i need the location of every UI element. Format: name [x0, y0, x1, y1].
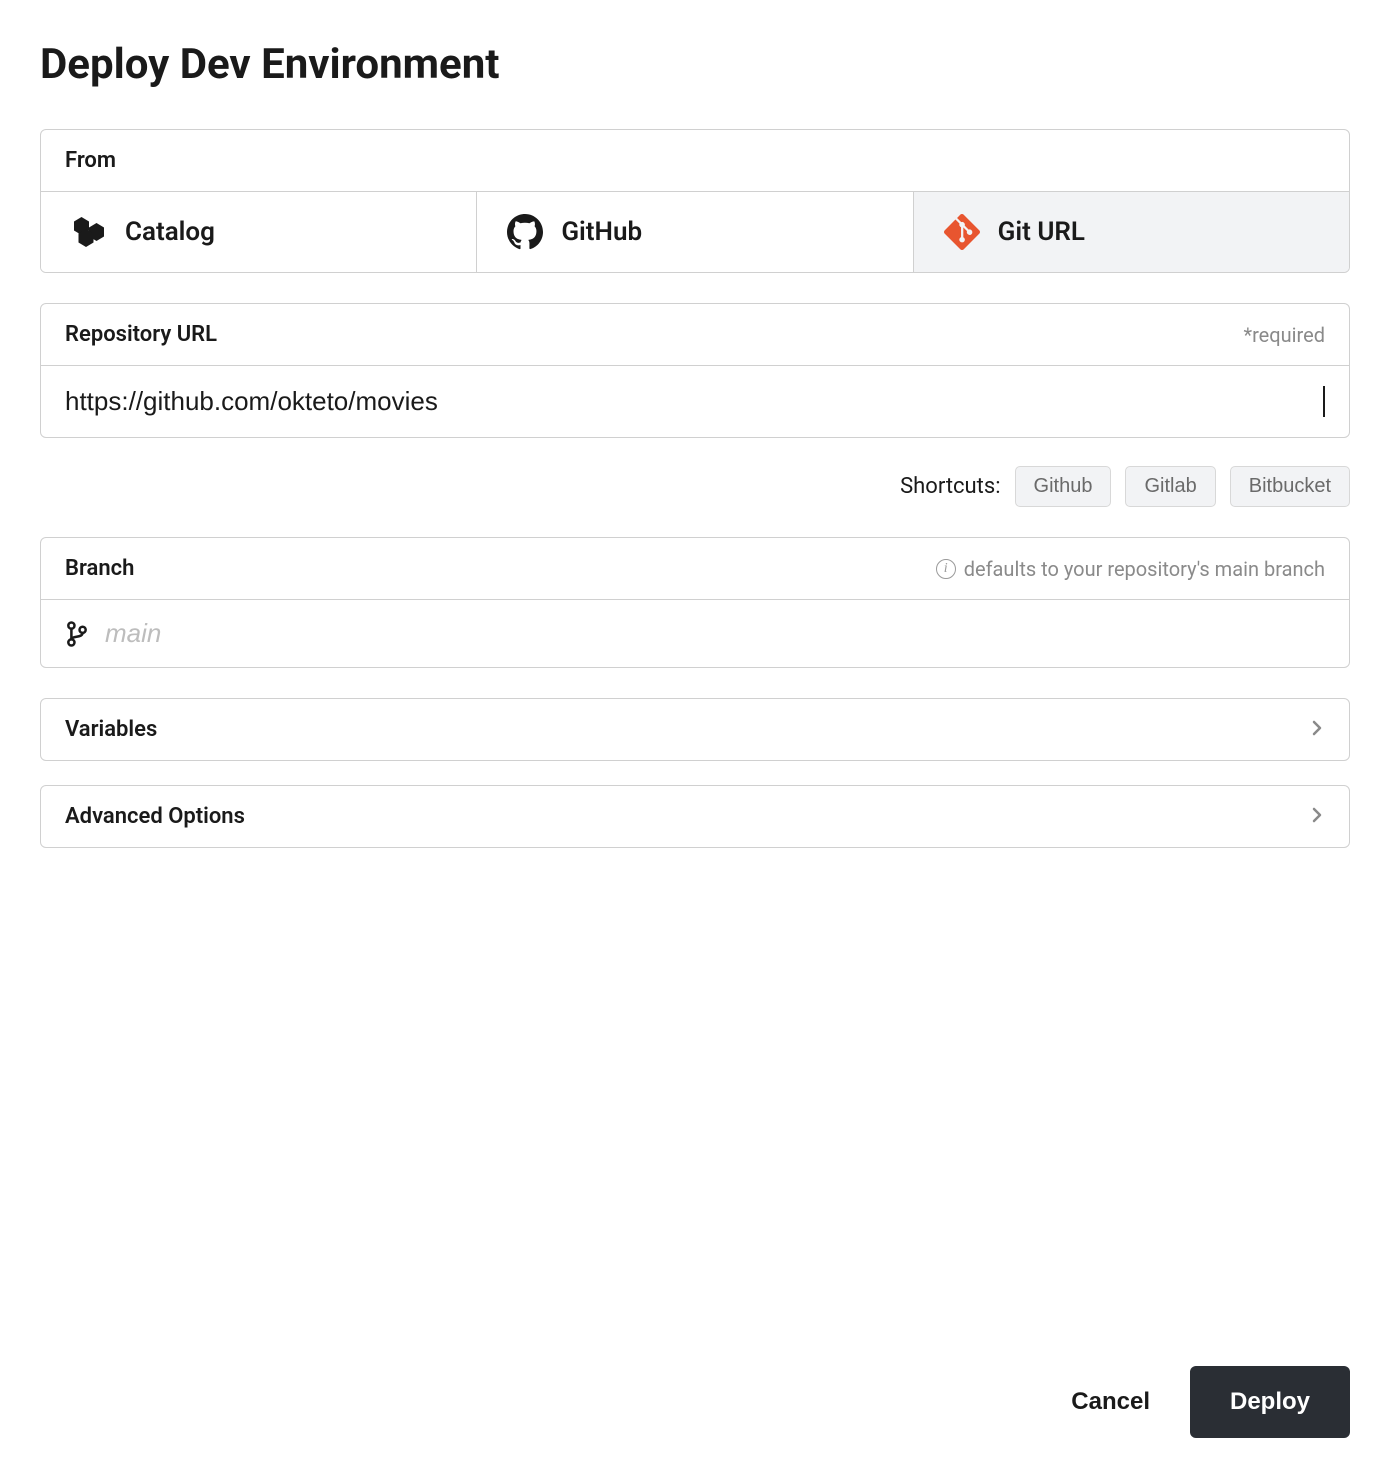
- branch-hint-wrapper: i defaults to your repository's main bra…: [936, 557, 1325, 581]
- repository-required-hint: *required: [1243, 323, 1325, 347]
- tab-github[interactable]: GitHub: [477, 192, 913, 272]
- from-header: From: [41, 130, 1349, 191]
- branch-icon: [65, 620, 89, 648]
- repository-label: Repository URL: [65, 322, 217, 347]
- git-icon: [944, 214, 980, 250]
- cancel-button[interactable]: Cancel: [1071, 1388, 1150, 1416]
- chevron-right-icon: [1309, 807, 1325, 827]
- branch-card: Branch i defaults to your repository's m…: [40, 537, 1350, 668]
- repository-url-input[interactable]: [65, 386, 1325, 417]
- branch-label: Branch: [65, 556, 134, 581]
- from-label: From: [65, 148, 116, 173]
- shortcuts-row: Shortcuts: Github Gitlab Bitbucket: [40, 466, 1350, 507]
- repository-card: Repository URL *required: [40, 303, 1350, 438]
- deploy-button[interactable]: Deploy: [1190, 1366, 1350, 1438]
- advanced-options-section[interactable]: Advanced Options: [40, 785, 1350, 848]
- chevron-right-icon: [1309, 720, 1325, 740]
- tab-github-label: GitHub: [561, 217, 642, 247]
- repository-header: Repository URL *required: [41, 304, 1349, 365]
- catalog-icon: [71, 214, 107, 250]
- shortcut-bitbucket-button[interactable]: Bitbucket: [1230, 466, 1350, 507]
- github-icon: [507, 214, 543, 250]
- advanced-options-label: Advanced Options: [65, 804, 245, 829]
- variables-section[interactable]: Variables: [40, 698, 1350, 761]
- tab-catalog-label: Catalog: [125, 217, 215, 247]
- info-icon: i: [936, 559, 956, 579]
- branch-header: Branch i defaults to your repository's m…: [41, 538, 1349, 599]
- shortcut-gitlab-button[interactable]: Gitlab: [1125, 466, 1215, 507]
- tab-catalog[interactable]: Catalog: [41, 192, 477, 272]
- page-title: Deploy Dev Environment: [40, 40, 1350, 89]
- actions-row: Cancel Deploy: [1071, 1366, 1350, 1438]
- tab-giturl-label: Git URL: [998, 217, 1085, 247]
- branch-input[interactable]: [105, 618, 1325, 649]
- from-card: From Catalog GitHub: [40, 129, 1350, 273]
- shortcuts-label: Shortcuts:: [900, 474, 1000, 499]
- tab-giturl[interactable]: Git URL: [914, 192, 1349, 272]
- shortcut-github-button[interactable]: Github: [1015, 466, 1112, 507]
- branch-hint: defaults to your repository's main branc…: [964, 557, 1325, 581]
- variables-label: Variables: [65, 717, 157, 742]
- from-tabs: Catalog GitHub Git URL: [41, 191, 1349, 272]
